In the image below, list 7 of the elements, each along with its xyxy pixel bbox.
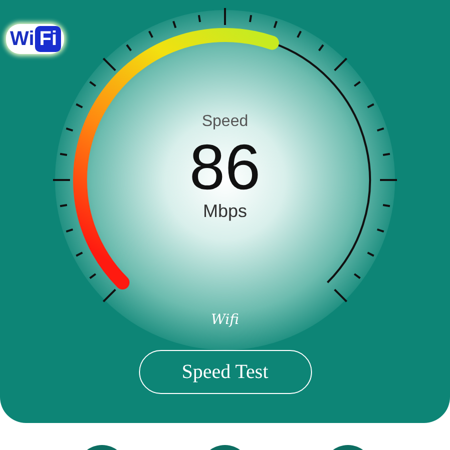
speed-test-button[interactable]: Speed Test [138,350,312,394]
speed-label: Speed [202,112,248,132]
network-label: Wifi [211,311,239,330]
speed-unit: Mbps [202,201,247,223]
logo-text: Wi [9,27,36,51]
speed-value: 86 [189,135,261,200]
logo-badge: Fi [35,26,62,52]
